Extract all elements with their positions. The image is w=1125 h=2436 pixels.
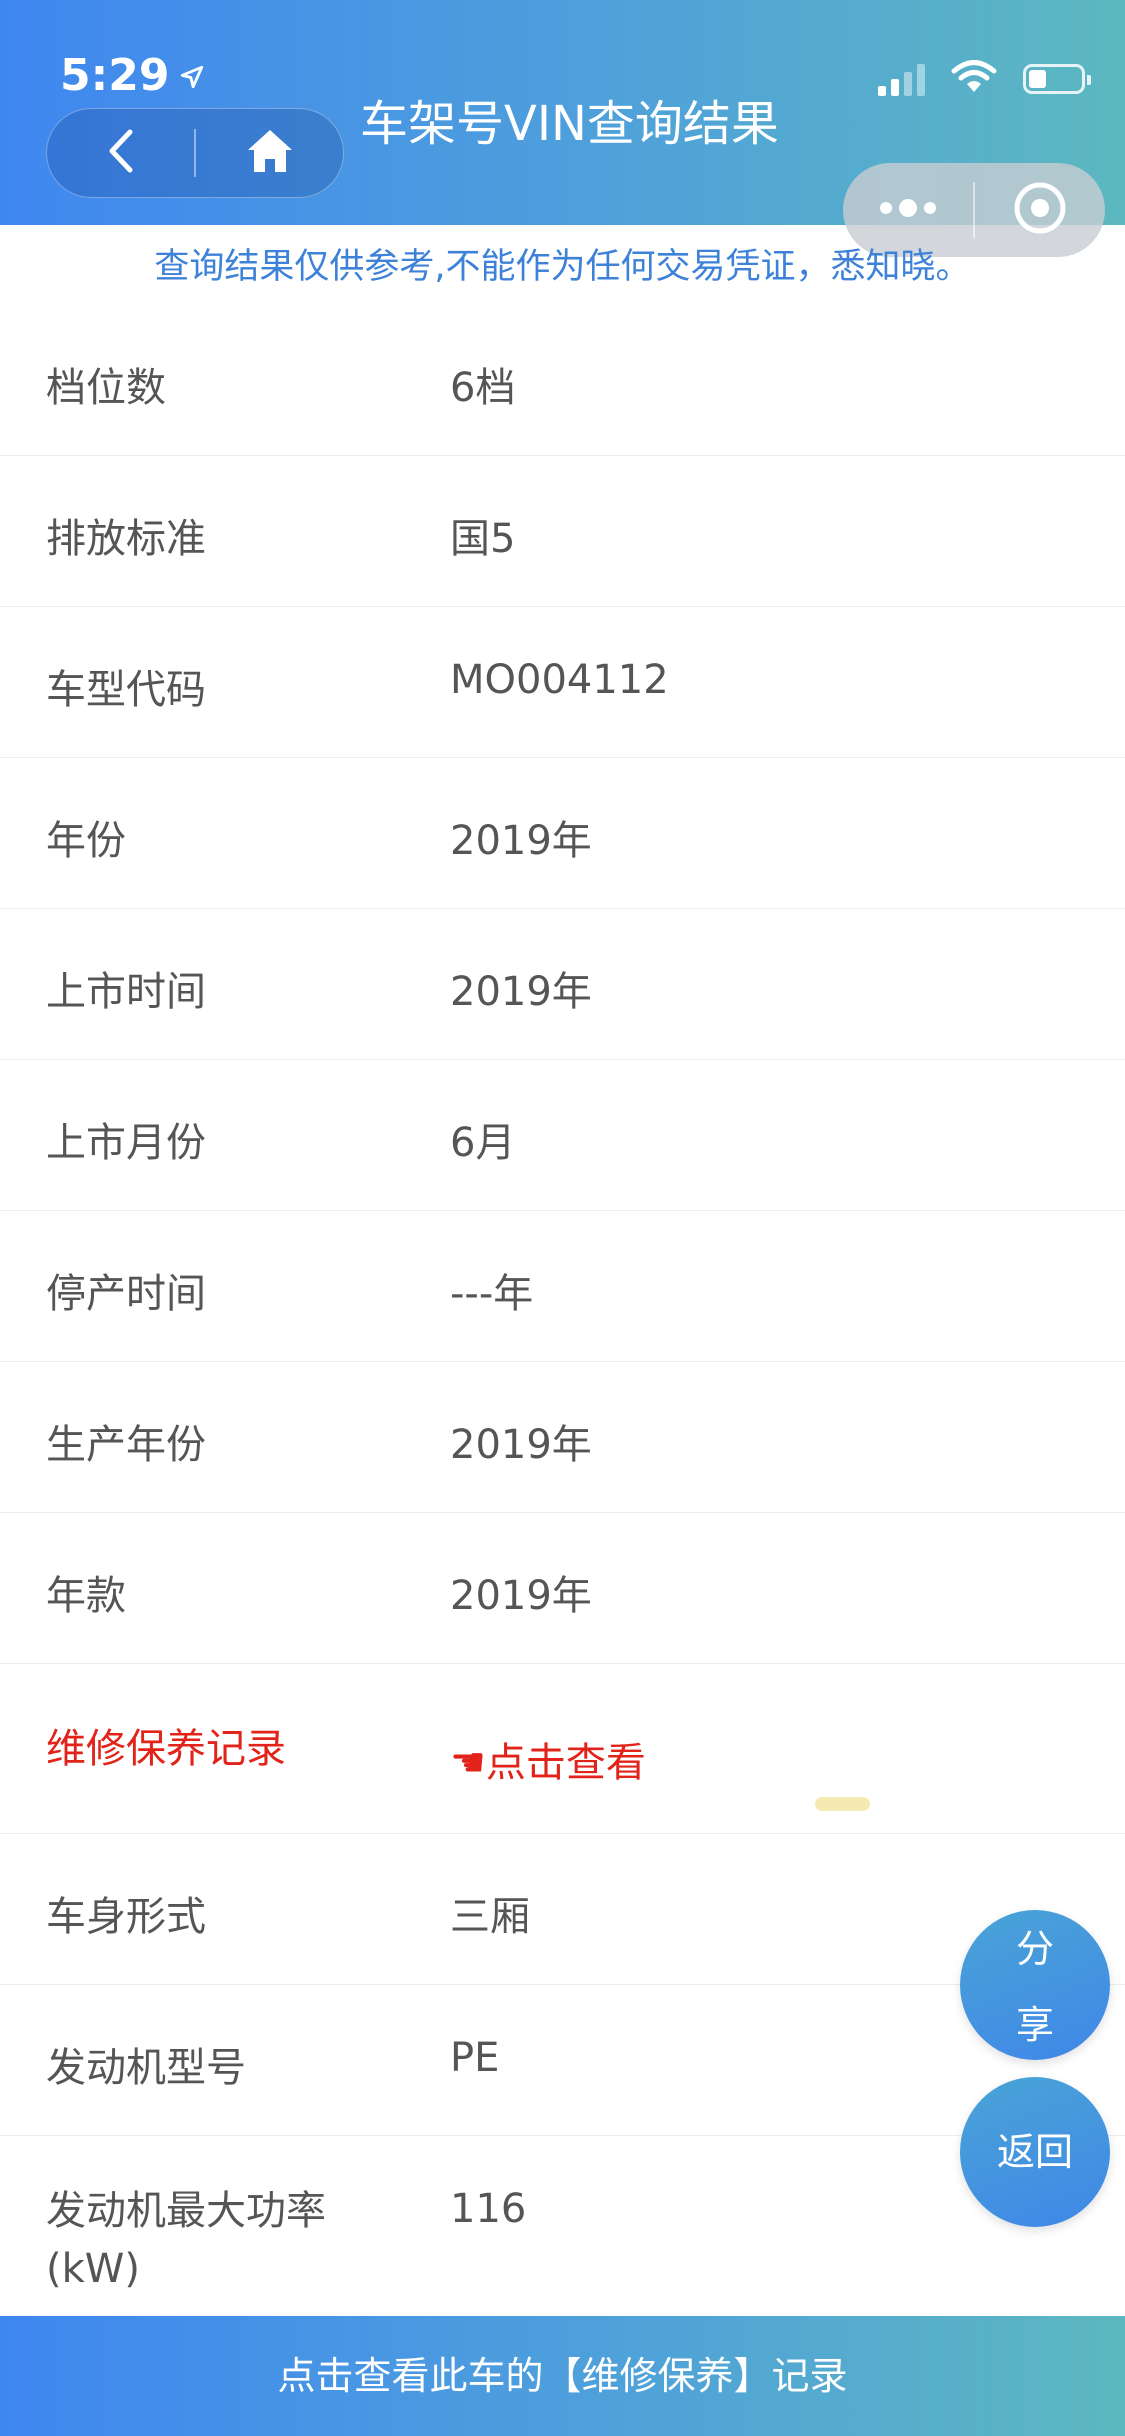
detail-row-engine-model: 发动机型号 PE (0, 1985, 1125, 2136)
row-value: 2019年 (450, 818, 592, 864)
row-value: 116 (450, 2186, 527, 2232)
row-label: 上市月份 (46, 1120, 206, 1166)
detail-row-discontinued: 停产时间 ---年 (0, 1211, 1125, 1362)
target-circle-icon (1012, 180, 1068, 240)
home-button[interactable] (196, 109, 343, 197)
row-value: PE (450, 2035, 500, 2081)
row-label: 档位数 (46, 365, 166, 411)
detail-row-model-code: 车型代码 MO004112 (0, 607, 1125, 758)
cellular-signal-icon (878, 62, 925, 96)
share-label-2: 享 (1015, 2003, 1054, 2047)
detail-row-year: 年份 2019年 (0, 758, 1125, 909)
vin-details-list: 档位数 6档 排放标准 国5 车型代码 MO004112 年份 2019年 上市… (0, 305, 1125, 2326)
disclaimer-notice: 查询结果仅供参考,不能作为任何交易凭证，悉知晓。 (154, 247, 971, 287)
location-arrow-icon (179, 50, 205, 101)
chevron-left-icon (106, 128, 136, 178)
detail-row-launch-month: 上市月份 6月 (0, 1060, 1125, 1211)
detail-row-model-year: 年款 2019年 (0, 1513, 1125, 1664)
page-title: 车架号VIN查询结果 (360, 96, 779, 152)
return-button[interactable]: 返回 (960, 2077, 1110, 2227)
share-button[interactable]: 分 享 (960, 1910, 1110, 2060)
row-value: 2019年 (450, 1573, 592, 1619)
view-records-link[interactable]: ☚点击查看 (450, 1730, 646, 1788)
highlight-mark (815, 1797, 870, 1811)
detail-row-production-year: 生产年份 2019年 (0, 1362, 1125, 1513)
row-value: ---年 (450, 1271, 534, 1317)
row-value: MO004112 (450, 657, 669, 703)
row-label: 年份 (46, 818, 126, 864)
detail-row-gears: 档位数 6档 (0, 305, 1125, 456)
back-button[interactable] (47, 109, 194, 197)
status-indicators (878, 60, 1091, 98)
detail-row-body-type: 车身形式 三厢 (0, 1834, 1125, 1985)
battery-icon (1023, 64, 1091, 94)
row-value: 国5 (450, 516, 516, 562)
row-label: 停产时间 (46, 1271, 206, 1317)
maintenance-records-label: 维修保养记录 (46, 1726, 286, 1772)
view-maintenance-banner[interactable]: 点击查看此车的【维修保养】记录 (0, 2316, 1125, 2436)
row-value: 2019年 (450, 969, 592, 1015)
row-value: 6档 (450, 365, 516, 411)
row-label: 生产年份 (46, 1422, 206, 1468)
row-label: 发动机型号 (46, 2045, 246, 2091)
status-time-text: 5:29 (60, 50, 170, 101)
row-value: 2019年 (450, 1422, 592, 1468)
row-label: 上市时间 (46, 969, 206, 1015)
row-label: 年款 (46, 1573, 126, 1619)
detail-row-engine-power: 发动机最大功率(kW) 116 (0, 2136, 1125, 2326)
row-label: 发动机最大功率(kW) (46, 2188, 326, 2292)
row-label: 车身形式 (46, 1894, 206, 1940)
share-label-1: 分 (1015, 1927, 1054, 1971)
row-label: 车型代码 (46, 667, 206, 713)
status-time: 5:29 (60, 50, 205, 101)
more-dots-icon (878, 198, 938, 222)
row-label: 排放标准 (46, 516, 206, 562)
detail-row-launch-time: 上市时间 2019年 (0, 909, 1125, 1060)
home-icon (246, 128, 294, 178)
detail-row-emission: 排放标准 国5 (0, 456, 1125, 607)
wifi-icon (951, 60, 997, 98)
row-value: 三厢 (450, 1894, 530, 1940)
row-value: 6月 (450, 1120, 516, 1166)
nav-capsule (46, 108, 344, 198)
detail-row-maintenance-records[interactable]: 维修保养记录 ☚点击查看 (0, 1664, 1125, 1834)
